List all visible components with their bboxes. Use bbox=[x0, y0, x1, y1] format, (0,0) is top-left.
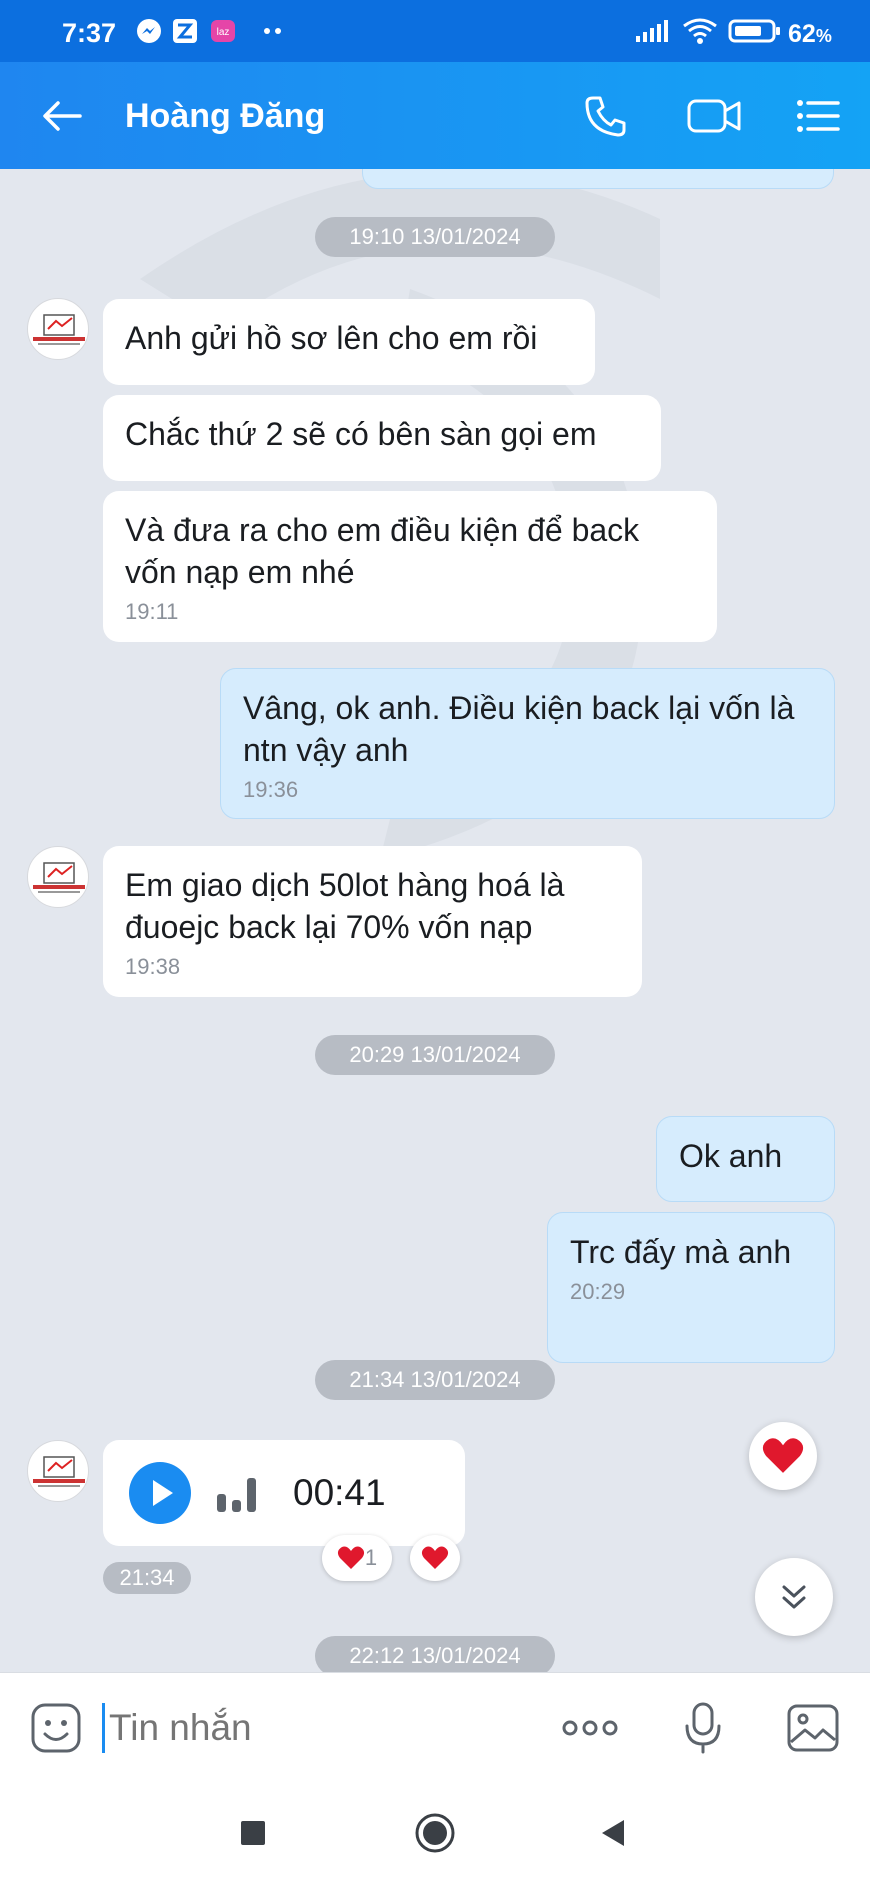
status-bar: 7:37 laz 62% bbox=[0, 0, 870, 62]
message-bubble[interactable]: Vâng, ok anh. Điều kiện back lại vốn là … bbox=[220, 668, 835, 819]
more-dots-icon bbox=[258, 16, 288, 46]
date-separator: 20:29 13/01/2024 bbox=[315, 1035, 555, 1075]
zalo-icon bbox=[170, 16, 200, 46]
message-bubble[interactable]: Em giao dịch 50lot hàng hoá là đuoejc ba… bbox=[103, 846, 642, 997]
battery-icon bbox=[728, 16, 782, 46]
image-gallery-icon[interactable] bbox=[784, 1699, 842, 1757]
reaction-badge[interactable]: 1 bbox=[322, 1535, 392, 1581]
back-triangle-icon[interactable] bbox=[588, 1808, 638, 1858]
message-text: Anh gửi hồ sơ lên cho em rồi bbox=[125, 320, 538, 356]
message-bubble[interactable]: Ok anh bbox=[656, 1116, 835, 1202]
message-bubble[interactable]: Trc đấy mà anh 20:29 bbox=[547, 1212, 835, 1363]
waveform-icon bbox=[217, 1478, 256, 1512]
phone-icon[interactable] bbox=[578, 88, 634, 144]
message-time: 19:11 bbox=[125, 599, 179, 624]
avatar[interactable] bbox=[27, 846, 89, 908]
message-text: Trc đấy mà anh bbox=[570, 1234, 792, 1270]
message-text: Ok anh bbox=[679, 1138, 783, 1174]
message-composer bbox=[0, 1672, 870, 1778]
more-options-icon[interactable] bbox=[560, 1699, 620, 1757]
message-text: Em giao dịch 50lot hàng hoá là đuoejc ba… bbox=[125, 867, 565, 945]
menu-list-icon[interactable] bbox=[790, 88, 846, 144]
messenger-icon bbox=[134, 16, 164, 46]
avatar[interactable] bbox=[27, 298, 89, 360]
system-nav-bar bbox=[0, 1778, 870, 1884]
back-arrow-icon[interactable] bbox=[34, 88, 90, 144]
message-list[interactable]: 19:10 13/01/2024 Anh gửi hồ sơ lên cho e… bbox=[0, 169, 870, 1672]
video-call-icon[interactable] bbox=[682, 88, 746, 144]
reaction-count: 1 bbox=[364, 1545, 378, 1570]
lazada-icon: laz bbox=[208, 16, 238, 46]
voice-duration: 00:41 bbox=[293, 1472, 386, 1513]
heart-icon bbox=[421, 1546, 449, 1569]
voice-message[interactable]: 00:41 bbox=[103, 1440, 465, 1546]
message-bubble-partial bbox=[362, 169, 834, 189]
message-input[interactable] bbox=[102, 1703, 542, 1753]
signal-icon bbox=[634, 16, 670, 46]
react-heart-button[interactable] bbox=[410, 1535, 460, 1581]
microphone-icon[interactable] bbox=[674, 1699, 732, 1757]
date-separator: 19:10 13/01/2024 bbox=[315, 217, 555, 257]
message-time: 19:38 bbox=[125, 954, 181, 979]
message-text: Và đưa ra cho em điều kiện để back vốn n… bbox=[125, 512, 640, 590]
message-bubble[interactable]: Và đưa ra cho em điều kiện để back vốn n… bbox=[103, 491, 717, 642]
status-time: 7:37 bbox=[62, 18, 117, 48]
message-bubble[interactable]: Chắc thứ 2 sẽ có bên sàn gọi em bbox=[103, 395, 661, 481]
double-chevron-down-icon bbox=[782, 1585, 806, 1609]
play-icon[interactable] bbox=[129, 1462, 191, 1524]
chat-header: Hoàng Đăng bbox=[0, 62, 870, 169]
quick-heart-button[interactable] bbox=[749, 1422, 817, 1490]
message-time: 19:36 bbox=[243, 777, 299, 802]
contact-name[interactable]: Hoàng Đăng bbox=[125, 97, 325, 136]
date-separator: 21:34 13/01/2024 bbox=[315, 1360, 555, 1400]
avatar[interactable] bbox=[27, 1440, 89, 1502]
message-text: Vâng, ok anh. Điều kiện back lại vốn là … bbox=[243, 690, 795, 768]
voice-time: 21:34 bbox=[103, 1562, 191, 1594]
message-text: Chắc thứ 2 sẽ có bên sàn gọi em bbox=[125, 416, 597, 452]
message-time: 20:29 bbox=[570, 1279, 626, 1304]
date-separator: 22:12 13/01/2024 bbox=[315, 1636, 555, 1672]
wifi-icon bbox=[680, 16, 720, 46]
svg-text:laz: laz bbox=[217, 27, 230, 38]
heart-icon bbox=[762, 1438, 804, 1473]
battery-percent: 62% bbox=[788, 20, 832, 48]
heart-icon bbox=[337, 1546, 364, 1569]
message-bubble[interactable]: Anh gửi hồ sơ lên cho em rồi bbox=[103, 299, 595, 385]
recent-apps-square-icon[interactable] bbox=[228, 1808, 278, 1858]
scroll-down-button[interactable] bbox=[755, 1558, 833, 1636]
emoji-sticker-icon[interactable] bbox=[27, 1699, 85, 1757]
home-circle-icon[interactable] bbox=[410, 1808, 460, 1858]
